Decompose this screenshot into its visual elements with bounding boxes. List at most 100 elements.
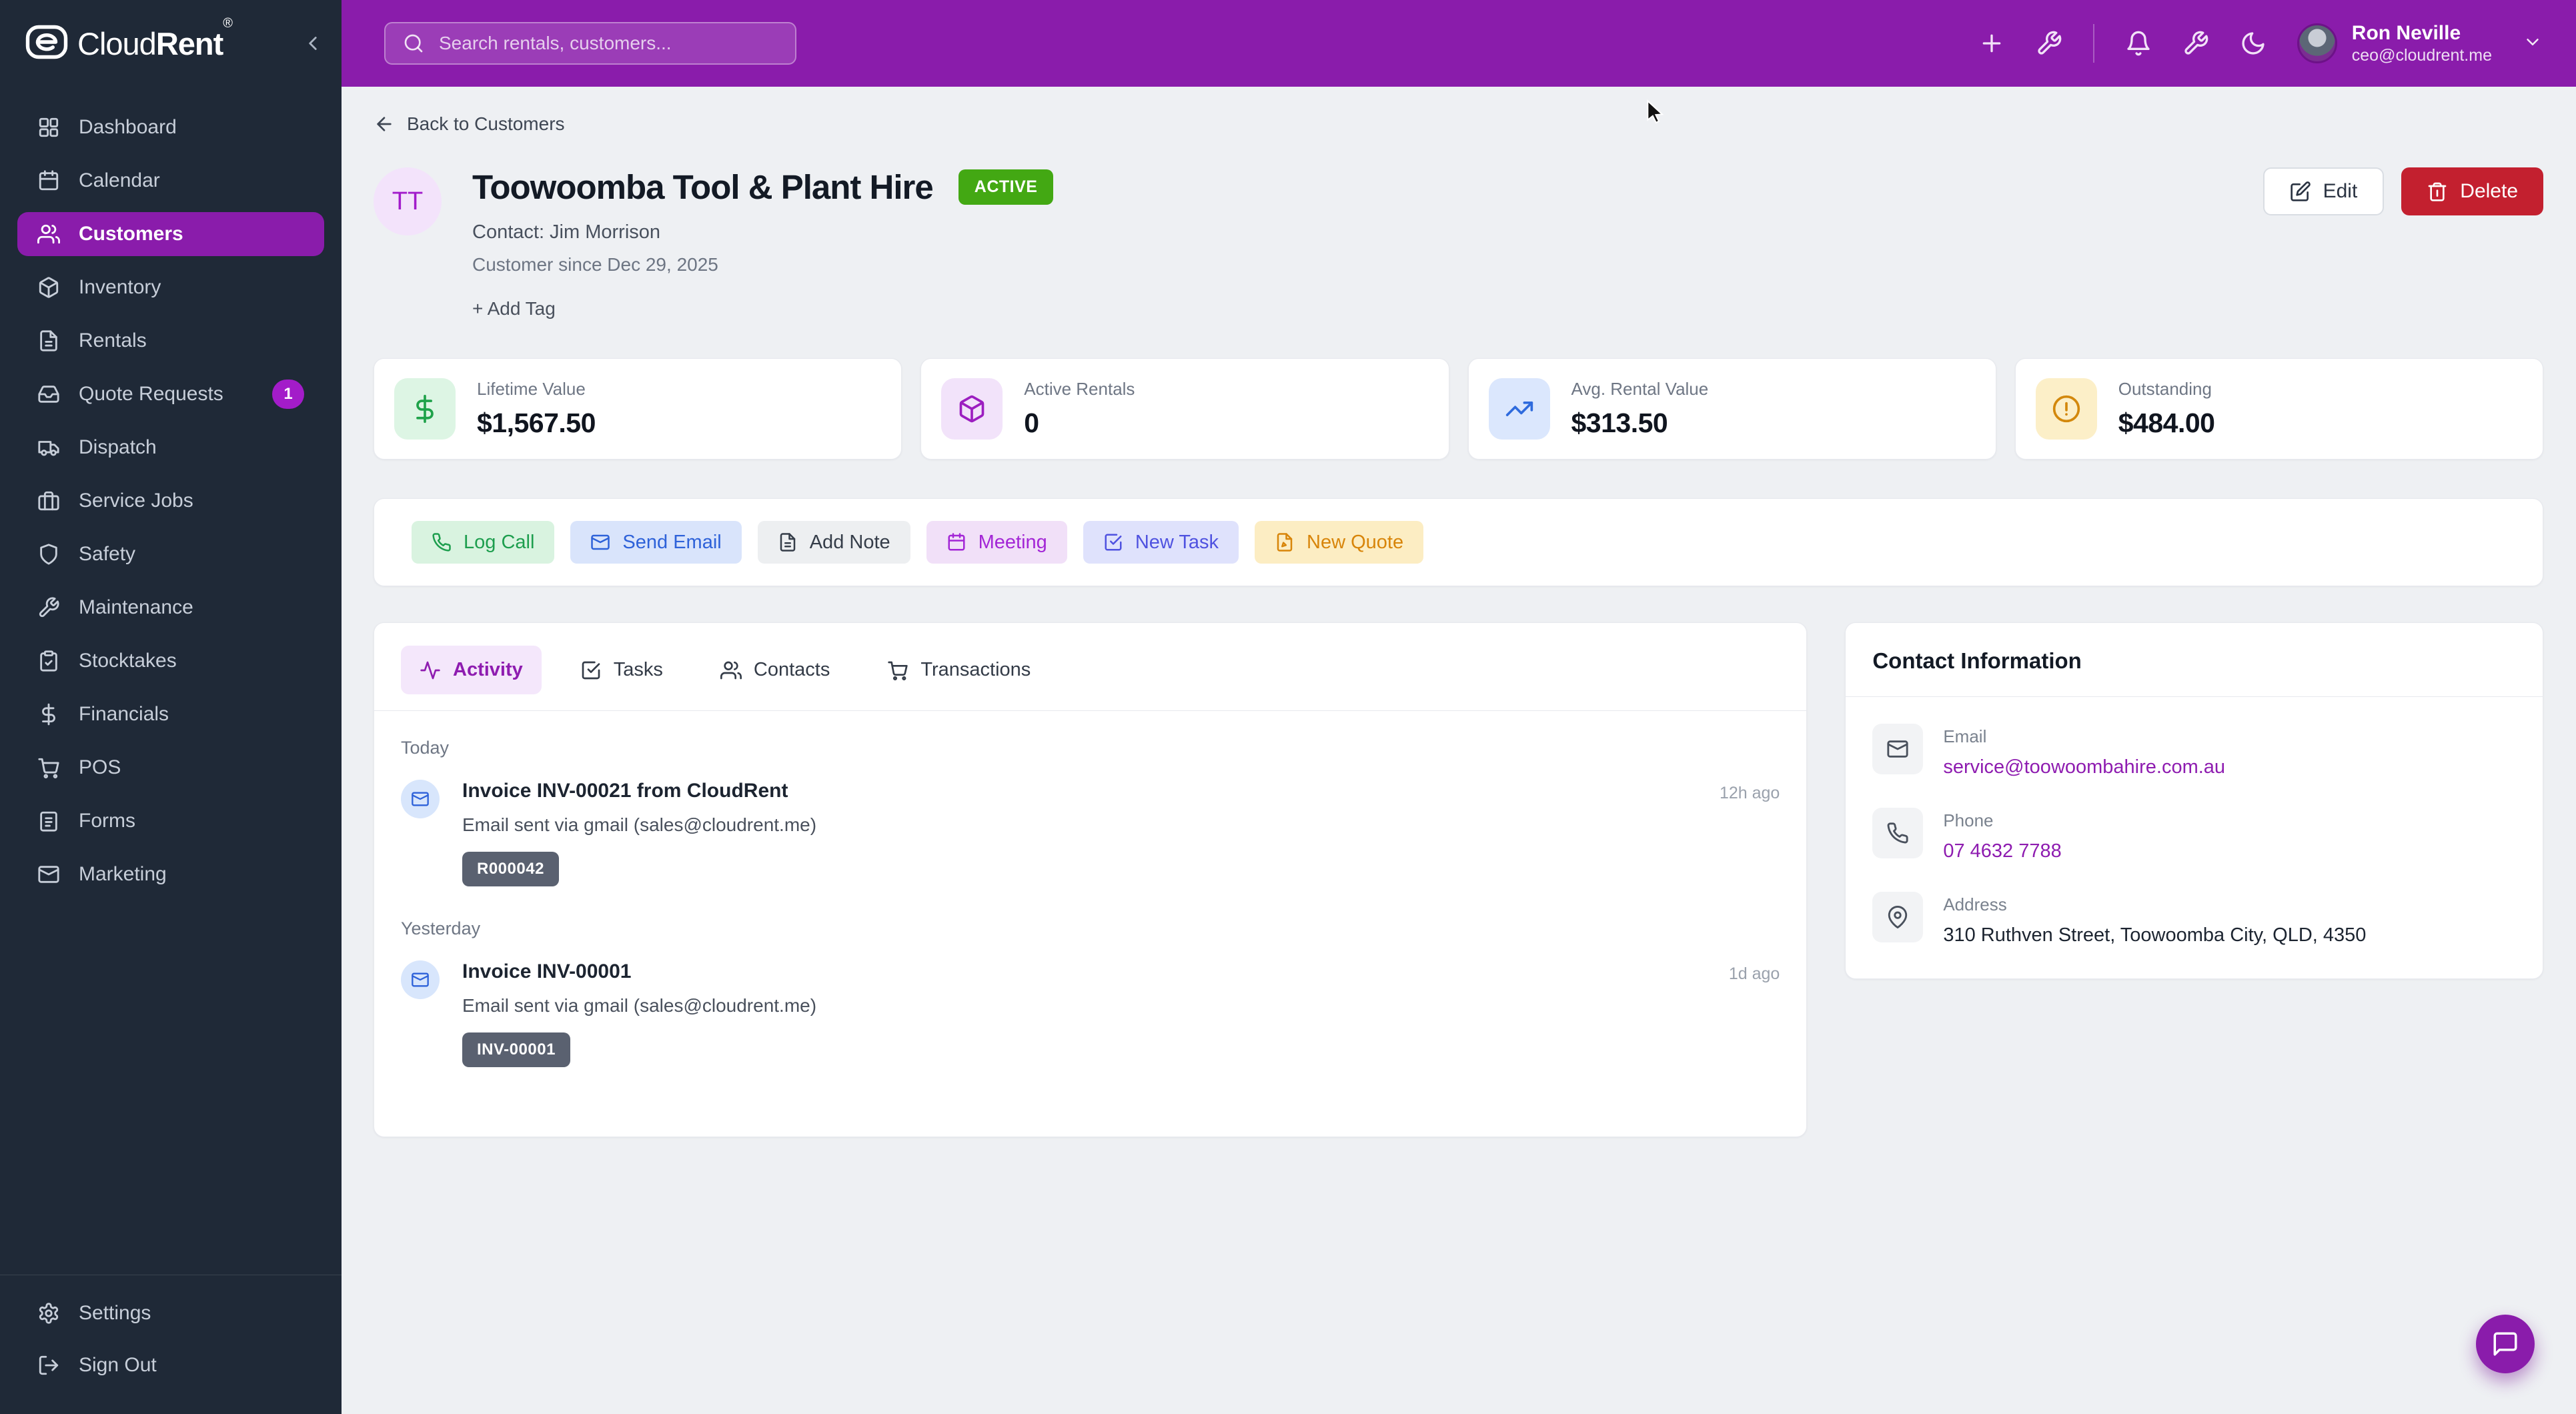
- activity-item[interactable]: Invoice INV-00001 Email sent via gmail (…: [401, 960, 1780, 1067]
- delete-button[interactable]: Delete: [2401, 167, 2543, 215]
- tab-tasks[interactable]: Tasks: [562, 646, 682, 694]
- log-call-button[interactable]: Log Call: [412, 521, 554, 564]
- edit-button[interactable]: Edit: [2263, 167, 2385, 215]
- chat-widget-button[interactable]: [2476, 1315, 2535, 1373]
- sidebar-item-forms[interactable]: Forms: [17, 799, 324, 843]
- alert-circle-icon: [2036, 378, 2097, 440]
- activity-reference-chip[interactable]: INV-00001: [462, 1032, 570, 1067]
- email-activity-icon: [401, 960, 440, 999]
- user-menu[interactable]: Ron Neville ceo@cloudrent.me: [2297, 23, 2543, 64]
- new-task-button[interactable]: New Task: [1083, 521, 1239, 564]
- sidebar-item-rentals[interactable]: Rentals: [17, 319, 324, 363]
- action-label: Log Call: [464, 532, 534, 554]
- tab-label: Transactions: [920, 659, 1031, 681]
- add-note-button[interactable]: Add Note: [758, 521, 910, 564]
- sidebar-item-service-jobs[interactable]: Service Jobs: [17, 479, 324, 523]
- back-to-customers-link[interactable]: Back to Customers: [374, 113, 565, 135]
- contact-email-link[interactable]: service@toowoombahire.com.au: [1943, 756, 2225, 778]
- brand-name: CloudRent®: [77, 25, 232, 62]
- chevron-down-icon: [2523, 32, 2543, 55]
- sidebar-item-pos[interactable]: POS: [17, 746, 324, 790]
- sidebar-item-dispatch[interactable]: Dispatch: [17, 426, 324, 470]
- contact-phone-link[interactable]: 07 4632 7788: [1943, 840, 2061, 862]
- pencil-icon: [2290, 181, 2311, 202]
- system-tools-button[interactable]: [2182, 30, 2209, 57]
- sidebar-item-label: Dashboard: [79, 116, 177, 139]
- sidebar-item-inventory[interactable]: Inventory: [17, 265, 324, 309]
- activity-title: Invoice INV-00021 from CloudRent: [462, 780, 816, 802]
- user-avatar: [2297, 23, 2337, 63]
- activity-item-body: Invoice INV-00021 from CloudRent Email s…: [462, 780, 816, 886]
- clipboard-check-icon: [37, 650, 60, 672]
- customer-title-block: Toowoomba Tool & Plant Hire ACTIVE Conta…: [472, 167, 1053, 319]
- global-search[interactable]: [384, 22, 796, 65]
- sidebar-item-customers[interactable]: Customers: [17, 212, 324, 256]
- trash-icon: [2427, 181, 2448, 202]
- sidebar-item-quote-requests[interactable]: Quote Requests 1: [17, 372, 324, 416]
- brand-name-rent: Rent: [156, 26, 223, 61]
- wrench-icon-2: [2182, 30, 2209, 57]
- cart-icon: [887, 660, 908, 681]
- app-window: CloudRent® Dashboard Calendar Customers …: [0, 0, 2576, 1414]
- check-square-icon: [1103, 532, 1123, 552]
- dark-mode-toggle[interactable]: [2240, 30, 2267, 57]
- sidebar-item-financials[interactable]: Financials: [17, 692, 324, 736]
- shield-icon: [37, 543, 60, 566]
- meeting-button[interactable]: Meeting: [926, 521, 1067, 564]
- new-quote-button[interactable]: New Quote: [1255, 521, 1423, 564]
- search-input[interactable]: [438, 32, 778, 55]
- stat-card-avg-rental-value: Avg. Rental Value $313.50: [1468, 358, 1996, 460]
- tab-transactions[interactable]: Transactions: [868, 646, 1049, 694]
- contact-row-phone: Phone 07 4632 7788: [1872, 808, 2516, 862]
- sidebar-item-maintenance[interactable]: Maintenance: [17, 586, 324, 630]
- calendar-icon: [946, 532, 967, 552]
- notifications-button[interactable]: [2125, 30, 2152, 57]
- tab-activity[interactable]: Activity: [401, 646, 542, 694]
- tools-button[interactable]: [2036, 30, 2062, 57]
- contact-info-panel: Contact Information Email service@toowoo…: [1845, 622, 2543, 979]
- stat-card-outstanding: Outstanding $484.00: [2015, 358, 2543, 460]
- stat-value: $1,567.50: [477, 408, 596, 439]
- sidebar-collapse-button[interactable]: [301, 32, 324, 55]
- sidebar-item-stocktakes[interactable]: Stocktakes: [17, 639, 324, 683]
- contact-label: Phone: [1943, 808, 2061, 831]
- action-label: Send Email: [622, 532, 721, 554]
- tab-label: Contacts: [754, 659, 830, 681]
- tab-contacts[interactable]: Contacts: [702, 646, 848, 694]
- header-actions: Edit Delete: [2263, 167, 2543, 215]
- tab-label: Activity: [453, 659, 523, 681]
- quick-add-button[interactable]: [1978, 30, 2005, 57]
- stat-card-lifetime-value: Lifetime Value $1,567.50: [374, 358, 902, 460]
- page-title: Toowoomba Tool & Plant Hire: [472, 167, 933, 207]
- activity-description: Email sent via gmail (sales@cloudrent.me…: [462, 814, 816, 836]
- sidebar-item-safety[interactable]: Safety: [17, 532, 324, 576]
- brand-name-cloud: Cloud: [77, 26, 156, 61]
- bell-icon: [2125, 30, 2152, 57]
- stat-card-active-rentals: Active Rentals 0: [920, 358, 1449, 460]
- send-email-button[interactable]: Send Email: [570, 521, 741, 564]
- contact-label: Email: [1943, 724, 2225, 747]
- activity-item[interactable]: Invoice INV-00021 from CloudRent Email s…: [401, 780, 1780, 886]
- chat-bubble-icon: [2491, 1330, 2519, 1358]
- sidebar-item-label: Quote Requests: [79, 383, 223, 406]
- sidebar-item-settings[interactable]: Settings: [17, 1291, 324, 1335]
- sidebar-item-label: Maintenance: [79, 596, 193, 619]
- sidebar-item-label: POS: [79, 756, 121, 779]
- action-label: Add Note: [810, 532, 890, 554]
- clipboard-list-icon: [37, 810, 60, 832]
- brand-logo: CloudRent®: [0, 0, 342, 87]
- trending-up-icon: [1489, 378, 1550, 440]
- activity-reference-chip[interactable]: R000042: [462, 852, 559, 886]
- plus-icon: [1978, 30, 2005, 57]
- add-tag-button[interactable]: + Add Tag: [472, 298, 556, 319]
- sidebar-item-marketing[interactable]: Marketing: [17, 852, 324, 896]
- users-icon: [720, 660, 742, 681]
- file-pen-icon: [1275, 532, 1295, 552]
- main-column: Ron Neville ceo@cloudrent.me Back to Cus…: [342, 0, 2576, 1414]
- sidebar-item-calendar[interactable]: Calendar: [17, 159, 324, 203]
- package-icon: [941, 378, 1003, 440]
- sidebar-item-sign-out[interactable]: Sign Out: [17, 1343, 324, 1387]
- sidebar-item-dashboard[interactable]: Dashboard: [17, 105, 324, 149]
- mail-icon: [1872, 724, 1923, 774]
- action-label: New Quote: [1307, 532, 1403, 554]
